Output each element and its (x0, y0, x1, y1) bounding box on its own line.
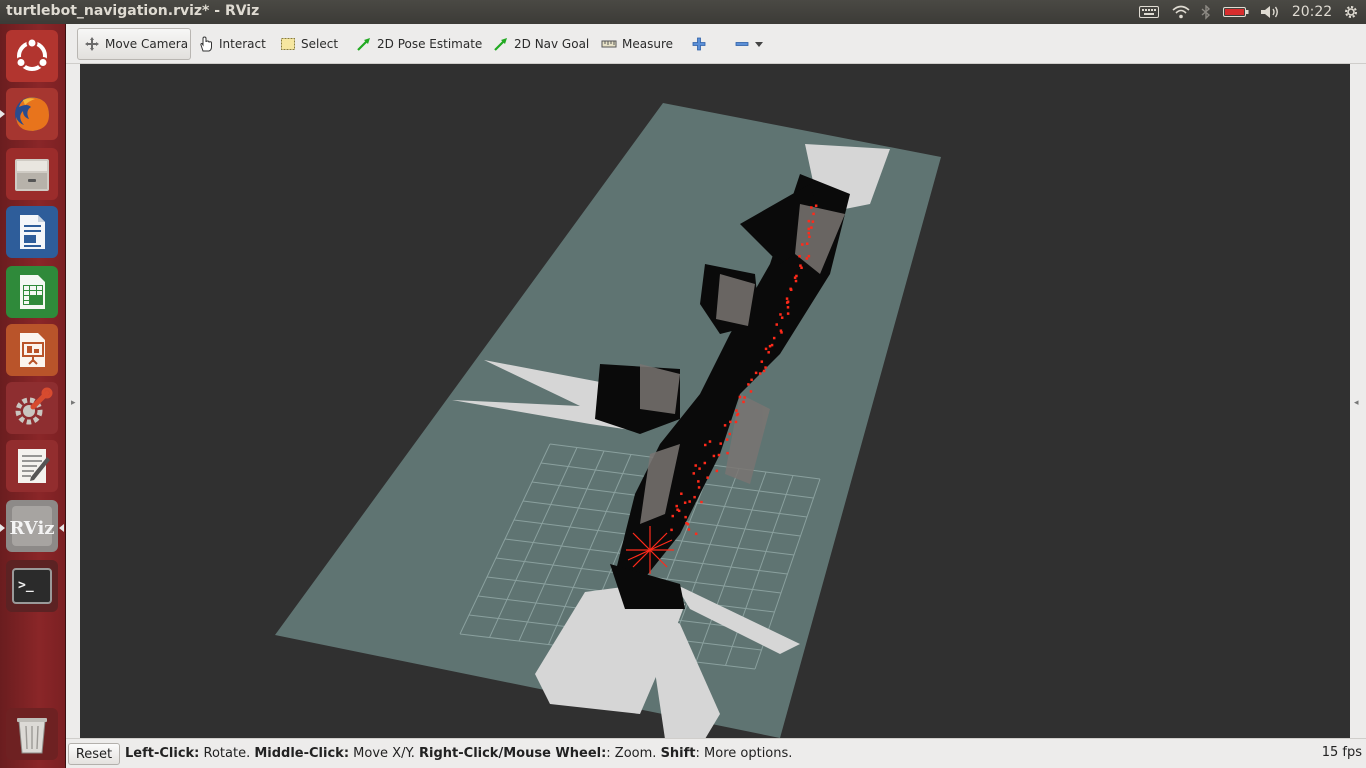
nav-goal-label: 2D Nav Goal (514, 37, 590, 51)
bluetooth-icon[interactable] (1199, 3, 1213, 21)
interact-label: Interact (219, 37, 266, 51)
trash-icon[interactable] (6, 708, 58, 760)
libreoffice-impress-icon[interactable] (6, 324, 58, 376)
fps-counter: 15 fps (1321, 745, 1362, 760)
chevron-right-icon: ▸ (71, 398, 76, 408)
launcher: RViz >_ (0, 24, 66, 768)
firefox-icon[interactable] (6, 88, 58, 140)
plus-icon (692, 37, 706, 51)
3d-viewport[interactable] (80, 64, 1350, 738)
rviz-window: Move Camera Interact Select 2D Pose Esti… (66, 24, 1366, 768)
mouse-hint: Left-Click: Rotate. Middle-Click: Move X… (125, 746, 792, 761)
left-dock-collapse[interactable]: ▸ (66, 64, 80, 738)
volume-icon[interactable] (1258, 3, 1282, 21)
toolbar: Move Camera Interact Select 2D Pose Esti… (66, 24, 1366, 64)
add-tool-button[interactable] (685, 28, 713, 60)
robot-scan-burst (626, 526, 674, 574)
right-dock-collapse[interactable]: ◂ (1350, 64, 1366, 738)
libreoffice-writer-icon[interactable] (6, 206, 58, 258)
minus-icon (735, 42, 749, 46)
running-indicator (0, 110, 5, 118)
clock[interactable]: 20:22 (1290, 3, 1334, 21)
ruler-icon (601, 40, 617, 48)
terminal-icon[interactable]: >_ (6, 560, 58, 612)
hint-shift-text: : More options. (695, 746, 793, 761)
text-editor-icon[interactable] (6, 440, 58, 492)
keyboard-icon[interactable] (1138, 3, 1160, 21)
hand-icon (200, 36, 212, 52)
rviz-icon[interactable]: RViz (6, 500, 58, 552)
reset-button[interactable]: Reset (68, 743, 120, 765)
green-arrow-icon (357, 38, 370, 51)
hint-left-click-text: Rotate. (199, 746, 255, 761)
battery-icon[interactable] (1222, 3, 1250, 21)
select-tool[interactable]: Select (274, 28, 344, 60)
hint-left-click-key: Left-Click: (125, 746, 200, 761)
ubuntu-logo-icon[interactable] (6, 30, 58, 82)
remove-tool-button[interactable] (728, 28, 769, 60)
power-gear-icon[interactable] (1341, 3, 1361, 21)
pose-estimate-tool[interactable]: 2D Pose Estimate (350, 28, 488, 60)
move-camera-icon (85, 37, 99, 51)
libreoffice-calc-icon[interactable] (6, 266, 58, 318)
hint-shift-key: Shift (660, 746, 696, 761)
rviz-icon-label: RViz (9, 518, 54, 539)
chevron-left-icon: ◂ (1354, 398, 1359, 408)
hint-right-click-text: : Zoom. (606, 746, 661, 761)
green-arrow-icon (494, 38, 507, 51)
terminal-icon-label: >_ (18, 578, 34, 593)
status-bar: Reset Left-Click: Rotate. Middle-Click: … (66, 738, 1366, 768)
hint-middle-click-key: Middle-Click: (254, 746, 350, 761)
select-label: Select (301, 37, 339, 51)
move-camera-tool[interactable]: Move Camera (77, 28, 191, 60)
hint-right-click-key: Right-Click/Mouse Wheel: (419, 746, 607, 761)
measure-label: Measure (622, 37, 673, 51)
chevron-down-icon (755, 42, 763, 47)
scene-render (275, 103, 941, 738)
select-rectangle-icon (281, 38, 295, 50)
running-indicator (0, 524, 5, 532)
pose-estimate-label: 2D Pose Estimate (377, 37, 483, 51)
focused-indicator (59, 524, 64, 532)
nav-goal-tool[interactable]: 2D Nav Goal (487, 28, 595, 60)
measure-tool[interactable]: Measure (595, 28, 679, 60)
interact-tool[interactable]: Interact (192, 28, 272, 60)
window-title: turtlebot_navigation.rviz* - RViz (6, 3, 260, 19)
wifi-icon[interactable] (1170, 3, 1192, 21)
file-cabinet-icon[interactable] (6, 148, 58, 200)
move-camera-label: Move Camera (105, 37, 189, 51)
top-panel: turtlebot_navigation.rviz* - RViz 20:22 (0, 0, 1366, 24)
hint-middle-click-text: Move X/Y. (349, 746, 420, 761)
system-settings-icon[interactable] (6, 382, 58, 434)
